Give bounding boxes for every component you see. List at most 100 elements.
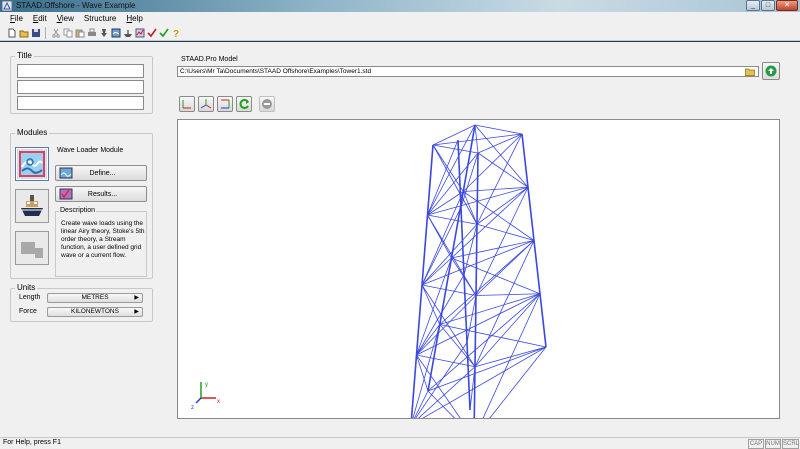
status-text: For Help, press F1: [3, 439, 61, 446]
paste-icon[interactable]: [74, 27, 85, 39]
y-axis-label: y: [205, 382, 208, 388]
title-line-1-input[interactable]: [17, 64, 144, 78]
tower-member: [463, 186, 529, 192]
stop-icon: [262, 99, 272, 109]
modules-group: Modules Wave Loader Module Define... Res…: [10, 128, 153, 279]
ship-module-icon: [21, 195, 43, 216]
modules-group-label: Modules: [15, 128, 50, 137]
pipe-module-button[interactable]: [15, 231, 49, 265]
title-group: Title: [10, 51, 153, 114]
stop-button[interactable]: [259, 96, 275, 112]
toolbar: ?: [0, 25, 800, 41]
x-axis-label: x: [217, 399, 220, 405]
title-group-label: Title: [15, 51, 34, 60]
axis-triad: y x z: [191, 382, 220, 411]
ship-module-button[interactable]: [15, 189, 49, 223]
window-title: STAAD.Offshore - Wave Example: [16, 1, 136, 10]
wave-loader-module-button[interactable]: [15, 147, 49, 181]
go-arrow-icon: [765, 65, 777, 77]
title-bar: STAAD.Offshore - Wave Example _ □ ✕: [0, 0, 800, 12]
description-text: Create wave loads using the linear Airy …: [61, 220, 145, 259]
chevron-right-icon: ▶: [134, 309, 139, 315]
check-green-icon[interactable]: [158, 27, 169, 39]
results-button[interactable]: Results...: [55, 186, 147, 202]
main-area: Title Modules Wave Loader Module Define.…: [0, 42, 800, 439]
define-icon: [59, 167, 73, 179]
menu-help[interactable]: Help: [126, 12, 142, 25]
define-label: Define...: [89, 169, 116, 177]
browse-folder-icon[interactable]: [745, 67, 756, 76]
tower-member: [427, 214, 452, 259]
view-iso-icon: [200, 99, 212, 109]
menu-bar: File Edit View Structure Help: [0, 12, 800, 25]
tower-member: [439, 293, 541, 325]
rotate-view-button[interactable]: [236, 96, 252, 112]
menu-structure[interactable]: Structure: [84, 12, 116, 25]
wave-module-icon: [19, 151, 45, 177]
new-file-icon[interactable]: [6, 27, 17, 39]
cut-icon[interactable]: [50, 27, 61, 39]
tower-member: [474, 240, 535, 367]
tower-structure-view: y x z: [191, 124, 547, 439]
open-folder-icon[interactable]: [18, 27, 29, 39]
ship-icon[interactable]: [122, 27, 133, 39]
app-icon: [2, 1, 12, 11]
cap-indicator: CAP: [748, 439, 764, 449]
tower-member: [432, 124, 476, 146]
status-bar: For Help, press F1 CAP NUM SCRL: [0, 437, 800, 449]
print-icon[interactable]: [86, 27, 97, 39]
menu-view[interactable]: View: [57, 12, 74, 25]
toolbar-separator: [45, 26, 46, 39]
description-group: Description Create wave loads using the …: [55, 207, 147, 277]
tower-wireframe: [410, 124, 547, 439]
current-module-name: Wave Loader Module: [57, 147, 124, 154]
menu-file[interactable]: File: [10, 12, 23, 25]
tower-member: [474, 124, 523, 135]
check-icon[interactable]: [146, 27, 157, 39]
title-line-3-input[interactable]: [17, 96, 144, 110]
maximize-button[interactable]: □: [761, 0, 775, 11]
view-xy-button[interactable]: [179, 96, 195, 112]
view-xy-icon: [182, 100, 191, 109]
tower-member: [474, 124, 479, 154]
minimize-button[interactable]: _: [746, 0, 760, 11]
num-indicator: NUM: [765, 439, 781, 449]
tower-member: [460, 152, 479, 208]
force-label: Force: [19, 308, 37, 315]
chevron-right-icon: ▶: [134, 295, 139, 301]
menu-edit[interactable]: Edit: [33, 12, 47, 25]
view-zy-button[interactable]: [217, 96, 233, 112]
pin-icon[interactable]: [98, 27, 109, 39]
define-button[interactable]: Define...: [55, 165, 147, 181]
model-path-input[interactable]: C:\Users\Mr Ta\Documents\STAAD Offshore\…: [177, 66, 759, 77]
tower-member: [451, 240, 535, 259]
module-icon[interactable]: [110, 27, 121, 39]
rotate-icon: [239, 99, 249, 109]
model-label: STAAD.Pro Model: [181, 56, 238, 63]
svg-text:?: ?: [173, 29, 179, 38]
results-icon: [59, 188, 73, 200]
tower-member: [475, 187, 529, 296]
scrl-indicator: SCRL: [782, 439, 800, 449]
z-axis-label: z: [191, 405, 194, 411]
tower-member: [421, 284, 477, 296]
length-unit-select[interactable]: METRES ▶: [47, 293, 143, 303]
tower-member: [476, 133, 523, 225]
copy-icon[interactable]: [62, 27, 73, 39]
units-group: Units Length METRES ▶ Force KILONEWTONS …: [10, 283, 153, 322]
save-icon[interactable]: [30, 27, 41, 39]
close-button[interactable]: ✕: [776, 0, 798, 11]
title-line-2-input[interactable]: [17, 80, 144, 94]
help-icon[interactable]: ?: [170, 27, 181, 39]
force-unit-select[interactable]: KILONEWTONS ▶: [47, 307, 143, 317]
analysis-icon[interactable]: [134, 27, 145, 39]
view-iso-button[interactable]: [198, 96, 214, 112]
description-label: Description: [59, 207, 97, 214]
model-viewport[interactable]: y x z: [177, 119, 780, 439]
tower-member: [473, 152, 479, 439]
go-button[interactable]: [762, 62, 780, 80]
force-unit-value: KILONEWTONS: [71, 308, 119, 315]
results-label: Results...: [87, 190, 118, 198]
units-group-label: Units: [15, 283, 38, 292]
length-unit-value: METRES: [81, 294, 109, 301]
